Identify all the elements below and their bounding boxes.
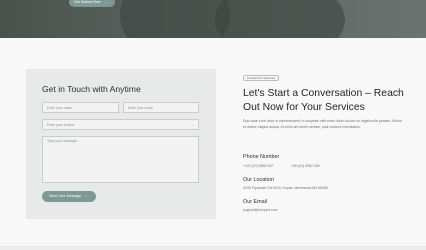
- location-label: Our Location: [243, 177, 274, 183]
- send-message-button[interactable]: Send Your Message →: [42, 191, 96, 202]
- location-value: 3230 Plymouth Rd #100, Koplar, Minnesota…: [243, 186, 328, 190]
- email-input[interactable]: Enter your email: [123, 102, 199, 113]
- name-input[interactable]: Enter your name: [42, 102, 119, 113]
- message-textarea[interactable]: Type your message...: [42, 136, 199, 183]
- section-heading: Let's Start a Conversation – Reach Out N…: [243, 88, 404, 113]
- message-placeholder: Type your message...: [47, 139, 80, 143]
- get-started-button[interactable]: Get Started Now →: [69, 0, 115, 7]
- arrow-right-icon: →: [103, 0, 108, 4]
- subject-placeholder: Enter your subject: [47, 123, 75, 127]
- phone-label: Phone Number: [243, 154, 280, 160]
- phone-number-2[interactable]: +26 (04) 9982 250: [291, 164, 320, 168]
- arrow-right-icon: →: [84, 194, 88, 198]
- name-placeholder: Enter your name: [47, 106, 73, 110]
- subject-select[interactable]: Enter your subject ⌄: [42, 119, 199, 130]
- form-title: Get in Touch with Anytime: [42, 84, 141, 94]
- get-started-label: Get Started Now: [74, 0, 101, 4]
- hero-figure-shape: [120, 0, 230, 38]
- chevron-down-icon: ⌄: [190, 122, 194, 127]
- section-badge: Contact For Services: [243, 75, 280, 81]
- hero-banner: Get Started Now →: [0, 0, 426, 38]
- phone-number-1[interactable]: +123 (27) 8652 527: [243, 164, 274, 168]
- section-divider: [0, 246, 426, 250]
- email-placeholder: Enter your email: [128, 106, 153, 110]
- contact-form: Get in Touch with Anytime Enter your nam…: [26, 69, 216, 219]
- hero-figure-shape: [215, 0, 345, 38]
- send-message-label: Send Your Message: [49, 194, 82, 198]
- email-label: Our Email: [243, 199, 267, 205]
- email-link[interactable]: support@nexpert.com: [243, 208, 278, 212]
- section-paragraph: Duis aute irure dolor in reprehenderit i…: [243, 119, 402, 129]
